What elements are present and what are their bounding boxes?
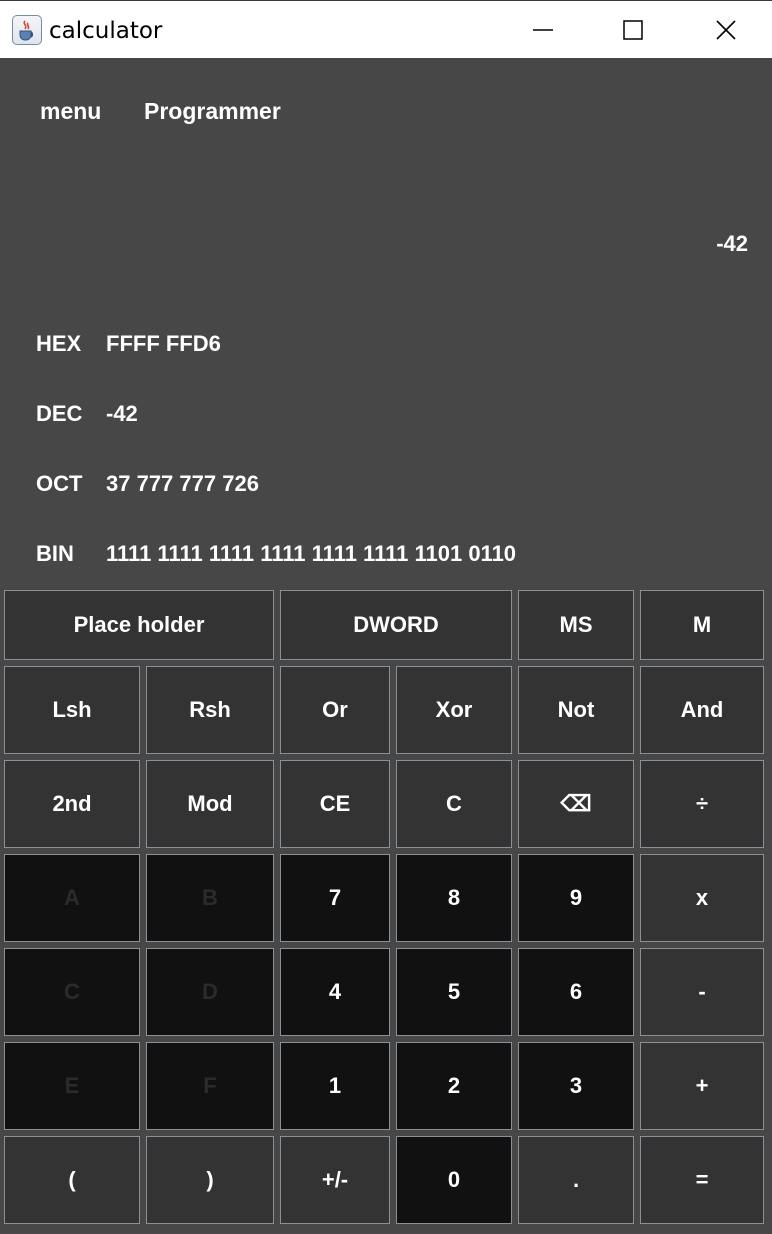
title-bar: calculator <box>0 0 772 58</box>
memory-button[interactable]: M <box>640 590 764 660</box>
radix-value: 37 777 777 726 <box>106 471 259 496</box>
left-paren-button[interactable]: ( <box>4 1136 140 1224</box>
mode-label: Programmer <box>144 98 281 124</box>
digit-1-button[interactable]: 1 <box>280 1042 390 1130</box>
digit-8-button[interactable]: 8 <box>396 854 512 942</box>
maximize-button[interactable] <box>587 1 679 58</box>
backspace-icon: ⌫ <box>560 791 592 816</box>
close-icon <box>716 19 736 40</box>
hex-e-button[interactable]: E <box>4 1042 140 1130</box>
clear-entry-button[interactable]: CE <box>280 760 390 848</box>
java-coffee-icon <box>12 15 42 45</box>
placeholder-button[interactable]: Place holder <box>4 590 274 660</box>
minus-button[interactable]: - <box>640 948 764 1036</box>
hex-a-button[interactable]: A <box>4 854 140 942</box>
radix-value: FFFF FFD6 <box>106 331 221 356</box>
radix-label: BIN <box>36 541 74 566</box>
result-display: -42 <box>716 231 748 256</box>
plus-button[interactable]: + <box>640 1042 764 1130</box>
word-size-button[interactable]: DWORD <box>280 590 512 660</box>
digit-5-button[interactable]: 5 <box>396 948 512 1036</box>
mod-button[interactable]: Mod <box>146 760 274 848</box>
radix-row-oct[interactable]: OCT 37 777 777 726 <box>36 470 736 498</box>
radix-label: HEX <box>36 331 82 356</box>
digit-3-button[interactable]: 3 <box>518 1042 634 1130</box>
minimize-button[interactable] <box>497 1 589 58</box>
radix-value: 1111 1111 1111 1111 1111 1111 1101 0110 <box>106 541 517 566</box>
hex-f-button[interactable]: F <box>146 1042 274 1130</box>
radix-row-bin[interactable]: BIN 1111 1111 1111 1111 1111 1111 1101 0… <box>36 540 736 568</box>
or-button[interactable]: Or <box>280 666 390 754</box>
memory-store-button[interactable]: MS <box>518 590 634 660</box>
window-title: calculator <box>49 18 163 44</box>
equals-button[interactable]: = <box>640 1136 764 1224</box>
multiply-button[interactable]: x <box>640 854 764 942</box>
hex-b-button[interactable]: B <box>146 854 274 942</box>
hex-d-button[interactable]: D <box>146 948 274 1036</box>
clear-button[interactable]: C <box>396 760 512 848</box>
divide-button[interactable]: ÷ <box>640 760 764 848</box>
digit-2-button[interactable]: 2 <box>396 1042 512 1130</box>
digit-0-button[interactable]: 0 <box>396 1136 512 1224</box>
negate-button[interactable]: +/- <box>280 1136 390 1224</box>
close-button[interactable] <box>680 1 772 58</box>
digit-6-button[interactable]: 6 <box>518 948 634 1036</box>
rsh-button[interactable]: Rsh <box>146 666 274 754</box>
decimal-button[interactable]: . <box>518 1136 634 1224</box>
lsh-button[interactable]: Lsh <box>4 666 140 754</box>
radix-value: -42 <box>106 401 138 426</box>
radix-row-hex[interactable]: HEX FFFF FFD6 <box>36 330 736 358</box>
digit-4-button[interactable]: 4 <box>280 948 390 1036</box>
right-paren-button[interactable]: ) <box>146 1136 274 1224</box>
backspace-button[interactable]: ⌫ <box>518 760 634 848</box>
not-button[interactable]: Not <box>518 666 634 754</box>
menu-button[interactable]: menu <box>40 97 101 125</box>
radix-row-dec[interactable]: DEC -42 <box>36 400 736 428</box>
and-button[interactable]: And <box>640 666 764 754</box>
minimize-icon <box>533 28 553 31</box>
xor-button[interactable]: Xor <box>396 666 512 754</box>
digit-7-button[interactable]: 7 <box>280 854 390 942</box>
digit-9-button[interactable]: 9 <box>518 854 634 942</box>
radix-label: DEC <box>36 401 83 426</box>
hex-c-button[interactable]: C <box>4 948 140 1036</box>
maximize-icon <box>623 19 643 40</box>
second-button[interactable]: 2nd <box>4 760 140 848</box>
radix-label: OCT <box>36 471 83 496</box>
